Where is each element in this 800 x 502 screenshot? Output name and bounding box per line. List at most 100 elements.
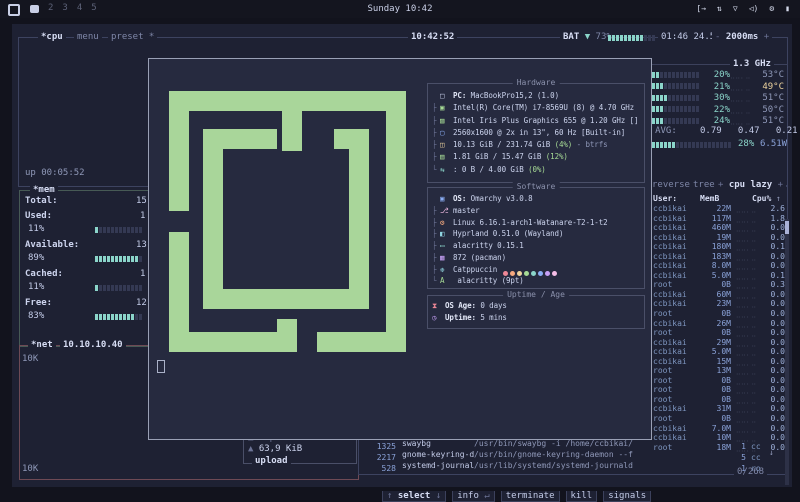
proc-tree-toggle[interactable]: tree	[690, 180, 718, 190]
process-row[interactable]: root0B⣀⣀⡀⣀0.0	[653, 414, 785, 424]
row-text: 1.81 GiB / 15.47 GiB	[453, 151, 546, 163]
process-command: /usr/lib/systemd/systemd-journald	[474, 461, 732, 471]
proc-col-mem[interactable]: MemB	[700, 194, 719, 203]
workspace-button[interactable]: 5	[91, 3, 96, 13]
tray-icon[interactable]: [→	[696, 4, 706, 13]
tray-icon[interactable]: ▮	[785, 4, 790, 13]
proc-scrollbar-thumb[interactable]	[785, 221, 789, 234]
proc-list: ccbikai22M⣀⣀⡀⣀2.6ccbikai117M⣀⣀⡀⣀1.8ccbik…	[653, 204, 785, 452]
process-mem: 0B	[699, 414, 731, 424]
process-mem: 460M	[699, 223, 731, 233]
software-row: ├◧Hyprland 0.51.0 (Wayland)	[432, 228, 640, 240]
process-cmd-row[interactable]: 1325swaybg/usr/bin/swaybg -i /home/ccbik…	[364, 439, 761, 449]
workspace-button[interactable]: 2	[48, 3, 53, 13]
process-row[interactable]: ccbikai60M⣀⣀⡀⣀0.0	[653, 290, 785, 300]
mem-available-percent: 89%	[28, 253, 44, 263]
fastfetch-window[interactable]: Hardware □PC: MacBookPro15,2 (1.0)├▣Inte…	[148, 58, 652, 440]
process-row[interactable]: ccbikai183M⣀⣀⡀⣀0.0	[653, 252, 785, 262]
process-row[interactable]: root0B⣀⣀⡀⣀0.3	[653, 280, 785, 290]
process-row[interactable]: root0B⣀⣀⡀⣀0.0	[653, 385, 785, 395]
process-row[interactable]: ccbikai5.0M⣀⣀⡀⣀0.0	[653, 347, 785, 357]
process-cpu: 0.0	[761, 261, 785, 271]
tree-glyph: ├	[432, 252, 440, 264]
launcher-icon[interactable]	[8, 4, 20, 16]
process-row[interactable]: ccbikai180M⣀⣀⡀⣀0.1	[653, 242, 785, 252]
upload-tag[interactable]: upload	[252, 456, 291, 466]
process-cmd-row[interactable]: 528systemd-journal/usr/lib/systemd/syste…	[364, 461, 761, 471]
mem-total-value: 15	[136, 196, 148, 206]
proc-col-user[interactable]: User:	[653, 194, 677, 203]
process-row[interactable]: root0B⣀⣀⡀⣀0.0	[653, 395, 785, 405]
row-label: OS Age:	[445, 300, 480, 312]
footer-key[interactable]: info ↵	[452, 491, 495, 502]
process-row[interactable]: ccbikai31M⣀⣀⡀⣀0.0	[653, 404, 785, 414]
hardware-row: □PC: MacBookPro15,2 (1.0)	[432, 90, 640, 102]
row-label: OS:	[453, 193, 471, 205]
row-text: 10.13 GiB / 231.74 GiB	[453, 139, 555, 151]
row-text: 2560x1600 @ 2x in 13", 60 Hz [Built-in]	[453, 127, 625, 139]
process-mem: 26M	[699, 319, 731, 329]
footer-key[interactable]: signals	[603, 491, 651, 502]
tray-icon[interactable]: ◁)	[749, 4, 759, 13]
process-cmd-row[interactable]: 2217gnome-keyring-d/usr/bin/gnome-keyrin…	[364, 450, 761, 460]
process-row[interactable]: ccbikai8.0M⣀⣀⡀⣀0.0	[653, 261, 785, 271]
process-name: swaybg	[402, 439, 474, 449]
process-user: root	[653, 309, 699, 319]
footer-key[interactable]: terminate	[501, 491, 560, 502]
workspace-button[interactable]: 4	[77, 3, 82, 13]
tree-glyph	[432, 90, 440, 102]
tray-icon[interactable]: ⇅	[717, 4, 722, 13]
software-icon: ⎇	[440, 205, 453, 217]
tray-icon[interactable]: ▽	[733, 4, 738, 13]
proc-sort-selector[interactable]: + cpu lazy +	[715, 180, 786, 190]
process-row[interactable]: ccbikai460M⣀⣀⡀⣀0.0	[653, 223, 785, 233]
proc-scroll-down-icon[interactable]: ↓	[769, 448, 774, 457]
workspace-button[interactable]: 3	[62, 3, 67, 13]
core-percent: 20%	[704, 70, 730, 82]
process-user: ccbikai	[653, 271, 699, 281]
process-row[interactable]: ccbikai117M⣀⣀⡀⣀1.8	[653, 214, 785, 224]
footer-key[interactable]: ↑ select ↓	[382, 491, 446, 502]
footer-key[interactable]: kill	[566, 491, 598, 502]
process-mem: 5.0M	[699, 347, 731, 357]
mem-free-label: Free:	[25, 298, 52, 308]
process-row[interactable]: root13M⣀⣀⡀⣀0.0	[653, 366, 785, 376]
proc-scrollbar[interactable]	[785, 219, 789, 485]
process-threads: 1	[732, 464, 746, 474]
process-row[interactable]: root0B⣀⣀⡀⣀0.0	[653, 309, 785, 319]
process-cpu: 0.0	[761, 338, 785, 348]
menu-button[interactable]: menu	[74, 32, 102, 42]
process-row[interactable]: root0B⣀⣀⡀⣀0.0	[653, 328, 785, 338]
process-user: root	[653, 376, 699, 386]
process-cpu: 0.0	[761, 433, 785, 443]
process-row[interactable]: ccbikai7.0M⣀⣀⡀⣀0.0	[653, 424, 785, 434]
mem-cached-percent: 11%	[28, 282, 44, 292]
process-user: root	[653, 414, 699, 424]
row-text: alacritty 0.15.1	[453, 240, 524, 252]
terminal-cursor	[157, 360, 165, 373]
process-cpu: 0.0	[761, 414, 785, 424]
process-row[interactable]: ccbikai15M⣀⣀⡀⣀0.0	[653, 357, 785, 367]
process-row[interactable]: ccbikai5.0M⣀⣀⡀⣀0.1	[653, 271, 785, 281]
workspace-1-active[interactable]	[30, 5, 39, 13]
process-row[interactable]: ccbikai29M⣀⣀⡀⣀0.0	[653, 338, 785, 348]
hardware-row: ├▣Intel(R) Core(TM) i7-8569U (8) @ 4.70 …	[432, 102, 640, 114]
process-row[interactable]: root0B⣀⣀⡀⣀0.0	[653, 376, 785, 386]
process-row[interactable]: ccbikai26M⣀⣀⡀⣀0.0	[653, 319, 785, 329]
process-row[interactable]: ccbikai19M⣀⣀⡀⣀0.0	[653, 233, 785, 243]
process-row[interactable]: ccbikai22M⣀⣀⡀⣀2.6	[653, 204, 785, 214]
process-row[interactable]: ccbikai23M⣀⣀⡀⣀0.0	[653, 299, 785, 309]
proc-col-cpu[interactable]: Cpu%	[752, 194, 771, 203]
tray-icon[interactable]: ⚙	[769, 4, 774, 13]
mem-free-gauge	[95, 312, 143, 322]
row-label: PC:	[453, 90, 471, 102]
update-interval[interactable]: - 2000ms +	[712, 32, 772, 42]
mem-used-gauge	[95, 225, 143, 235]
process-mem: 23M	[699, 299, 731, 309]
tree-glyph: ├	[432, 264, 440, 276]
color-dot	[538, 271, 543, 276]
preset-button[interactable]: preset *	[108, 32, 157, 42]
proc-sort-reverse[interactable]: reverse	[649, 180, 693, 190]
process-name: systemd-journal	[402, 461, 474, 471]
process-cpu: 0.0	[761, 347, 785, 357]
